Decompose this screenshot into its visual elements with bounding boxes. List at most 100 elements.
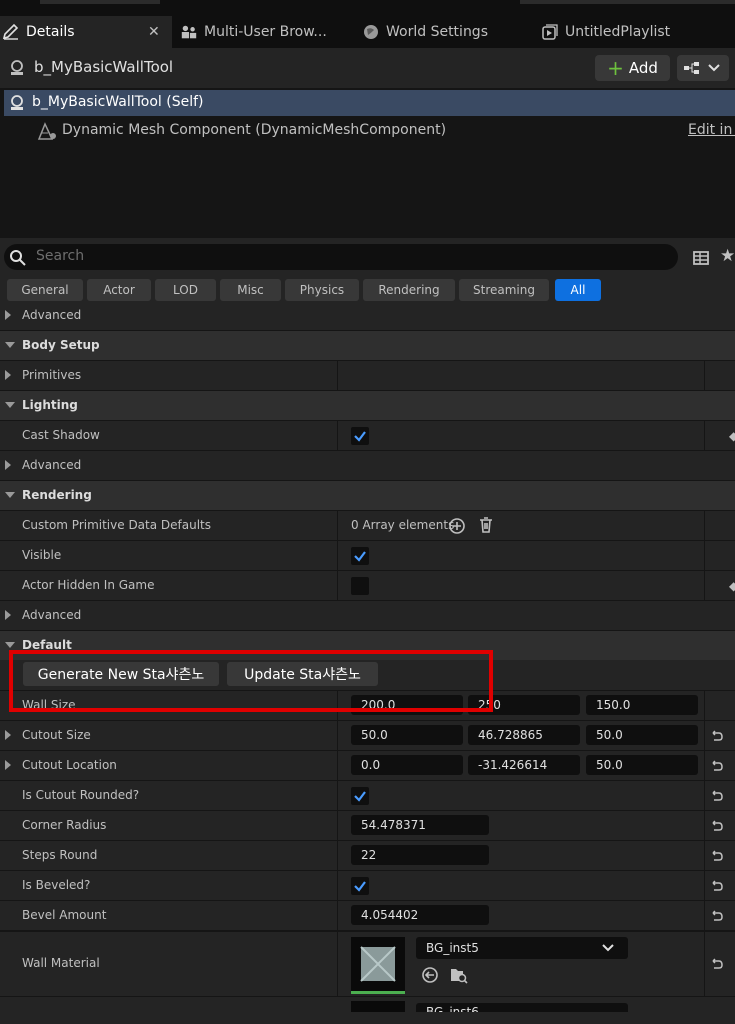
steps-round-field[interactable]: 22 (351, 845, 489, 865)
tab-multi-user-browser[interactable]: Multi-User Brow... (180, 16, 350, 48)
window-top-strip (0, 0, 735, 16)
tab-multi-user-label: Multi-User Brow... (204, 24, 327, 40)
category-rendering[interactable]: Rendering (0, 481, 735, 511)
material-dropdown[interactable]: BG_inst5 (416, 937, 628, 959)
bevel-amount-label: Bevel Amount (22, 908, 107, 922)
is-cutout-rounded-checkbox[interactable] (351, 787, 369, 805)
material-name: BG_inst5 (426, 941, 479, 955)
actor-hidden-label: Actor Hidden In Game (22, 578, 155, 592)
filter-actor[interactable]: Actor (87, 279, 151, 301)
bevel-amount-row: Bevel Amount 4.054402 (0, 901, 735, 931)
steps-round-label: Steps Round (22, 848, 98, 862)
tab-details-label: Details (26, 24, 75, 40)
advanced-row-3[interactable]: Advanced (0, 601, 735, 631)
dynamic-mesh-icon (37, 122, 56, 140)
cutout-size-row: Cutout Size 50.0 46.728865 50.0 (0, 721, 735, 751)
primitives-row[interactable]: Primitives (0, 361, 735, 391)
next-material-row: BG_inst6 (0, 997, 735, 1024)
cast-shadow-checkbox[interactable] (351, 427, 369, 445)
tab-world-settings-label: World Settings (386, 24, 488, 40)
cutout-size-z-field[interactable]: 50.0 (586, 725, 698, 745)
cutout-location-z-field[interactable]: 50.0 (586, 755, 698, 775)
reset-to-default-icon[interactable] (709, 759, 723, 773)
expand-arrow-icon[interactable] (5, 460, 11, 470)
cutout-location-x-field[interactable]: 0.0 (351, 755, 463, 775)
steps-round-row: Steps Round 22 (0, 841, 735, 871)
is-beveled-checkbox[interactable] (351, 877, 369, 895)
reset-to-default-icon[interactable] (709, 789, 723, 803)
collapse-arrow-icon[interactable] (5, 402, 15, 408)
visible-label: Visible (22, 548, 62, 562)
cutout-size-label: Cutout Size (22, 728, 91, 742)
collapse-arrow-icon[interactable] (5, 642, 15, 648)
edit-in-cpp-link[interactable]: Edit in C (688, 122, 735, 138)
filter-all[interactable]: All (555, 279, 601, 301)
reset-to-default-icon[interactable] (709, 879, 723, 893)
reset-to-default-icon[interactable] (709, 819, 723, 833)
blueprint-options-button[interactable] (677, 55, 729, 81)
favorites-star-icon[interactable]: ★ (720, 246, 735, 266)
reset-to-default-icon[interactable] (709, 957, 723, 971)
close-icon[interactable]: ✕ (148, 24, 160, 40)
add-component-button[interactable]: + Add (595, 55, 670, 81)
reset-to-default-icon[interactable] (709, 729, 723, 743)
highlight-box (9, 650, 493, 712)
corner-radius-row: Corner Radius 54.478371 (0, 811, 735, 841)
previous-tab-edge-2 (520, 0, 735, 4)
globe-icon (364, 25, 378, 39)
table-view-icon[interactable] (692, 249, 710, 267)
material-thumbnail[interactable] (351, 937, 405, 994)
tab-untitled-playlist-label: UntitledPlaylist (565, 24, 671, 40)
visible-checkbox[interactable] (351, 547, 369, 565)
category-lighting[interactable]: Lighting (0, 391, 735, 421)
actor-icon (11, 60, 23, 75)
advanced-label: Advanced (22, 458, 82, 472)
filter-misc[interactable]: Misc (220, 279, 281, 301)
wall-size-z-field[interactable]: 150.0 (586, 695, 698, 715)
lighting-label: Lighting (22, 398, 78, 412)
bevel-amount-field[interactable]: 4.054402 (351, 905, 489, 925)
add-button-label: Add (628, 59, 658, 77)
expand-arrow-icon[interactable] (5, 310, 11, 320)
browse-asset-icon[interactable] (449, 965, 469, 985)
cutout-size-x-field[interactable]: 50.0 (351, 725, 463, 745)
expand-arrow-icon[interactable] (5, 370, 11, 380)
hierarchy-icon (684, 62, 699, 74)
actor-icon (11, 95, 23, 110)
pencil-icon (2, 23, 19, 40)
tab-details[interactable]: Details ✕ (0, 16, 172, 48)
cutout-location-row: Cutout Location 0.0 -31.426614 50.0 (0, 751, 735, 781)
expand-arrow-icon[interactable] (5, 610, 11, 620)
collapse-arrow-icon[interactable] (5, 492, 15, 498)
custom-primitive-row: Custom Primitive Data Defaults 0 Array e… (0, 511, 735, 541)
cast-shadow-label: Cast Shadow (22, 428, 100, 442)
trash-icon[interactable] (477, 516, 495, 534)
playlist-icon (542, 24, 558, 40)
advanced-row-2[interactable]: Advanced (0, 451, 735, 481)
expand-arrow-icon[interactable] (5, 760, 11, 770)
cutout-location-y-field[interactable]: -31.426614 (468, 755, 580, 775)
tab-untitled-playlist[interactable]: UntitledPlaylist (541, 16, 731, 48)
filter-streaming[interactable]: Streaming (459, 279, 549, 301)
filter-lod[interactable]: LOD (155, 279, 216, 301)
reset-to-default-icon[interactable] (709, 909, 723, 923)
is-beveled-label: Is Beveled? (22, 878, 91, 892)
expand-arrow-icon[interactable] (5, 730, 11, 740)
advanced-label: Advanced (22, 308, 82, 322)
collapse-arrow-icon[interactable] (5, 342, 15, 348)
material-preview-icon (360, 946, 396, 982)
cutout-size-y-field[interactable]: 46.728865 (468, 725, 580, 745)
filter-physics[interactable]: Physics (285, 279, 359, 301)
corner-radius-field[interactable]: 54.478371 (351, 815, 489, 835)
advanced-row-1[interactable]: Advanced (0, 301, 735, 331)
add-element-icon[interactable] (448, 517, 466, 535)
category-body-setup[interactable]: Body Setup (0, 331, 735, 361)
dynamic-mesh-component-label[interactable]: Dynamic Mesh Component (DynamicMeshCompo… (62, 122, 446, 138)
search-input[interactable] (4, 244, 678, 270)
tab-world-settings[interactable]: World Settings (362, 16, 512, 48)
use-selected-asset-icon[interactable] (421, 966, 439, 984)
reset-to-default-icon[interactable] (709, 849, 723, 863)
filter-rendering[interactable]: Rendering (363, 279, 455, 301)
actor-hidden-checkbox[interactable] (351, 577, 369, 595)
filter-general[interactable]: General (7, 279, 83, 301)
